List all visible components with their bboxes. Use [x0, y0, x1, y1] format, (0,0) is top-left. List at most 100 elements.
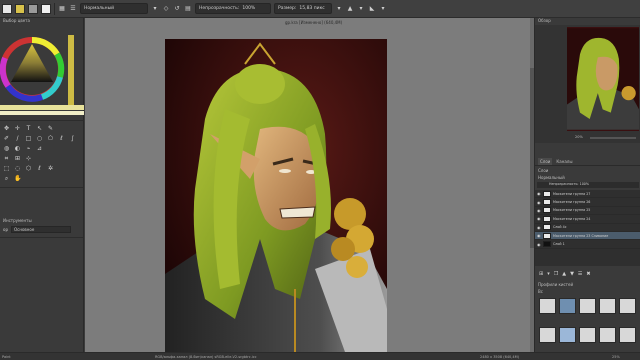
overview-zoom-slider[interactable] [590, 137, 636, 139]
gradient-tool-icon[interactable]: ◐ [14, 146, 21, 152]
toolbox-row: ⬚ ◌ ⬡ ℓ ✲ [0, 164, 83, 174]
eye-icon[interactable]: ◉ [537, 216, 541, 221]
eye-icon[interactable]: ◉ [537, 233, 541, 238]
layer-row-selected[interactable]: ◉ Маскители группа 23 Сливание [535, 231, 640, 241]
separator [0, 187, 83, 188]
ellipse-select-icon[interactable]: ◌ [14, 166, 21, 172]
chevron-down-icon[interactable]: ▾ [335, 3, 343, 15]
color-wheel-icon[interactable] [0, 25, 84, 117]
reload-icon[interactable]: ↺ [173, 3, 181, 15]
mirror-horizontal-icon[interactable]: ▲ [346, 3, 354, 15]
measure-tool-icon[interactable]: ⊹ [25, 156, 32, 162]
toolbox-row: ⌕ ✋ [0, 174, 83, 184]
layer-name: Маскители группа 23 Сливание [553, 233, 609, 238]
separator [0, 120, 83, 121]
duplicate-layer-icon[interactable]: ❐ [554, 271, 558, 277]
bezier-tool-icon[interactable]: ∫ [69, 136, 76, 142]
canvas-area[interactable]: gp.kra [Изменено] (640,4М) [85, 18, 534, 352]
toolbox-row: ⌗ ⊞ ⊹ [0, 154, 83, 164]
color-picker-icon[interactable]: ⌁ [25, 146, 32, 152]
color-swatch[interactable] [15, 3, 25, 14]
layer-name: Слой 1 [553, 242, 565, 247]
brush-preset[interactable] [559, 298, 576, 314]
ellipse-tool-icon[interactable]: ○ [36, 136, 43, 142]
eraser-icon[interactable]: ◇ [162, 3, 170, 15]
overview-panel[interactable]: 20% [535, 25, 640, 143]
layers-blend-mode[interactable]: Нормальный [535, 175, 565, 182]
fill-tool-icon[interactable]: ◍ [3, 146, 10, 152]
layer-row[interactable]: ◉ Слой 4с [535, 224, 640, 232]
layer-buttons: ⊞ ▾ ❐ ▲ ▼ ☰ ✖ [535, 269, 640, 278]
properties-icon[interactable]: ☰ [578, 271, 582, 277]
brush-presets-title: Профили кистей [538, 282, 574, 287]
foreground-color-swatch[interactable] [2, 3, 12, 14]
toolbox-row: ◍ ◐ ⌁ ⊿ [0, 144, 83, 154]
polygon-tool-icon[interactable]: ⬠ [47, 136, 54, 142]
gradient-swatch[interactable] [41, 3, 51, 14]
brush-presets-tag[interactable]: Вс [535, 289, 543, 296]
add-layer-icon[interactable]: ⊞ [539, 271, 543, 277]
color-selector[interactable] [0, 25, 84, 117]
brush-preset[interactable] [539, 298, 556, 314]
polygon-select-icon[interactable]: ⬡ [25, 166, 32, 172]
delete-layer-icon[interactable]: ✖ [586, 271, 590, 277]
brush-preset[interactable] [619, 298, 636, 314]
layer-row[interactable]: ◉ Слой 1 [535, 240, 640, 249]
overview-thumbnail[interactable] [567, 27, 639, 131]
blend-mode-select[interactable]: Нормальный [80, 3, 148, 14]
line-tool-icon[interactable]: / [14, 136, 21, 142]
calligraphy-icon[interactable]: ✎ [47, 126, 54, 132]
settings-icon[interactable]: ☰ [69, 3, 77, 15]
pan-tool-icon[interactable]: ✋ [14, 176, 21, 182]
eye-icon[interactable]: ◉ [537, 191, 541, 196]
text-tool-icon[interactable]: T [25, 126, 32, 132]
transform-tool-icon[interactable]: ✥ [3, 126, 10, 132]
zoom-tool-icon[interactable]: ⌕ [3, 176, 10, 182]
eye-icon[interactable]: ◉ [537, 242, 541, 247]
brush-tool-icon[interactable]: ✐ [3, 136, 10, 142]
layer-row[interactable]: ◉ Маскители группа 25 [535, 207, 640, 216]
layer-row[interactable]: ◉ Маскители группа 27 [535, 190, 640, 199]
chevron-down-icon[interactable]: ▾ [357, 3, 365, 15]
contiguous-select-icon[interactable]: ✲ [47, 166, 54, 172]
status-zoom[interactable]: 25% [612, 355, 620, 359]
layer-name: Маскители группа 25 [553, 208, 591, 213]
pattern-swatch[interactable] [28, 3, 38, 14]
chevron-down-icon[interactable]: ▾ [379, 3, 387, 15]
rect-select-icon[interactable]: ⬚ [3, 166, 10, 172]
alpha-lock-icon[interactable]: ▤ [184, 3, 192, 15]
brush-preset[interactable] [599, 326, 616, 343]
edit-shapes-icon[interactable]: ↖ [36, 126, 43, 132]
chevron-down-icon[interactable]: ▾ [151, 3, 159, 15]
eye-icon[interactable]: ◉ [537, 208, 541, 213]
brush-preset[interactable] [559, 326, 576, 343]
blend-combo[interactable]: Основное [11, 226, 71, 233]
tab-channels[interactable]: Каналы [554, 158, 574, 165]
move-down-icon[interactable]: ▼ [570, 271, 574, 277]
polyline-tool-icon[interactable]: ℓ [58, 136, 65, 142]
chevron-down-icon[interactable]: ▾ [547, 271, 550, 277]
move-tool-icon[interactable]: ✛ [14, 126, 21, 132]
layer-row[interactable]: ◉ Маскители группа 24 [535, 215, 640, 224]
brush-preset-icon[interactable]: ▦ [58, 3, 66, 15]
move-up-icon[interactable]: ▲ [562, 271, 566, 277]
eye-icon[interactable]: ◉ [537, 200, 541, 205]
assistant-tool-icon[interactable]: ⊿ [36, 146, 43, 152]
eye-icon[interactable]: ◉ [537, 225, 541, 230]
brush-preset[interactable] [579, 298, 596, 314]
rectangle-tool-icon[interactable]: □ [25, 136, 32, 142]
brush-preset[interactable] [579, 326, 596, 343]
brush-preset[interactable] [599, 298, 616, 314]
size-slider[interactable]: Размер: 15,83 пикс [274, 3, 332, 14]
mirror-vertical-icon[interactable]: ◣ [368, 3, 376, 15]
brush-preset[interactable] [619, 326, 636, 343]
crop-tool-icon[interactable]: ⌗ [3, 156, 10, 162]
tab-layers[interactable]: Слои [538, 158, 553, 165]
layers-opacity-slider[interactable]: Непрозрачность: 100% [537, 182, 639, 188]
brush-preset[interactable] [539, 326, 556, 343]
layer-row[interactable]: ◉ Маскители группа 26 [535, 198, 640, 207]
grid-tool-icon[interactable]: ⊞ [14, 156, 21, 162]
freehand-select-icon[interactable]: ℓ [36, 166, 43, 172]
opacity-slider[interactable]: Непрозрачность: 100% [195, 3, 271, 14]
painting-canvas[interactable] [165, 39, 387, 352]
